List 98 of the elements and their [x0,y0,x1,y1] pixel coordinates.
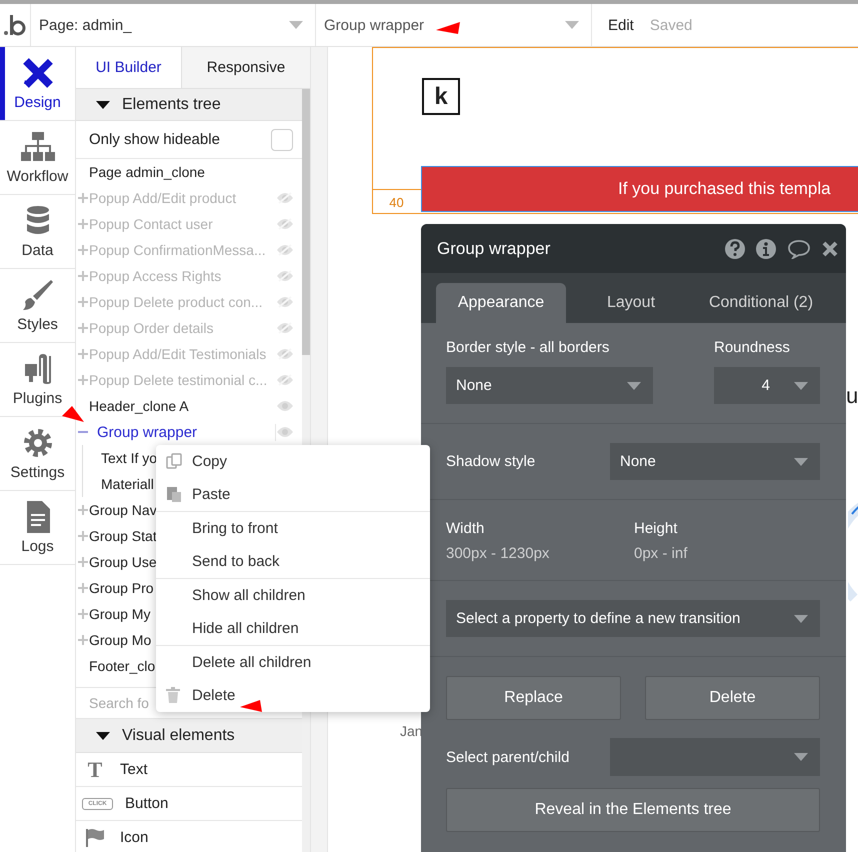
expand-icon[interactable] [78,219,88,229]
scrollbar-thumb[interactable] [302,89,310,355]
nav-item[interactable]: Settings [0,417,75,491]
menu-item[interactable]: Delete [156,679,430,712]
action-button[interactable]: Replace [446,676,621,720]
spacing-label: 40 [372,189,421,214]
caret-icon [96,732,110,740]
expand-icon[interactable] [78,271,88,281]
field-label: Roundness [714,339,791,356]
transition-dropdown[interactable]: Select a property to define a new transition [446,600,820,637]
expand-icon[interactable] [78,297,88,307]
reveal-button[interactable]: Reveal in the Elements tree [446,788,820,832]
expand-icon[interactable] [78,375,88,385]
caret-icon [794,614,808,622]
expand-icon[interactable] [78,245,88,255]
comment-icon[interactable] [787,238,811,258]
page-dropdown[interactable]: Page: admin_ [31,4,316,46]
caret-icon [565,21,579,29]
logo-icon[interactable] [3,14,27,36]
roundness-dropdown[interactable]: 4 [714,367,820,404]
menu-item[interactable]: Delete all children [156,646,430,679]
canvas-text: u [846,383,858,409]
editor-title: Group wrapper [437,238,550,258]
hidden-eye-icon[interactable] [276,322,294,334]
parent-child-dropdown[interactable] [610,738,820,776]
save-status: Saved [650,16,692,34]
expand-icon[interactable] [78,193,88,203]
caret-icon [794,458,808,466]
expand-icon[interactable] [78,531,88,541]
field-label: Select parent/child [446,748,570,766]
info-icon[interactable] [756,238,776,258]
pointer-icon [436,22,460,34]
close-icon[interactable] [822,240,838,256]
hierarchy-icon [20,130,54,164]
section-header[interactable]: Visual elements [76,719,302,753]
menu-item[interactable]: Copy [156,445,430,478]
filter-label: Only show hideable [89,131,220,148]
nav-item[interactable]: Styles [0,269,75,343]
menu-item[interactable]: Show all children [156,579,430,612]
expand-icon[interactable] [78,505,88,515]
nav-item[interactable]: Data [0,195,75,269]
tree-item[interactable]: Header_clone A [89,398,276,414]
hidden-eye-icon[interactable] [276,296,294,308]
eye-icon[interactable] [276,426,294,438]
hidden-eye-icon[interactable] [276,218,294,230]
eye-icon[interactable] [276,400,294,412]
paste-icon [166,486,182,502]
menu-item[interactable]: Bring to front [156,512,430,545]
field-label: Border style - all borders [446,339,610,356]
help-icon[interactable] [725,238,745,258]
hidden-eye-icon[interactable] [276,374,294,386]
trash-icon [166,687,180,703]
hidden-eye-icon[interactable] [276,192,294,204]
caret-icon [794,753,808,761]
copy-icon [166,453,182,469]
field-label: Height [634,520,678,537]
hidden-eye-icon[interactable] [276,270,294,282]
editor-tab[interactable]: Conditional (2) [696,283,826,323]
caret-icon [794,382,808,390]
caret-icon [96,100,110,108]
field-label: Width [446,520,486,537]
field-value: 0px - inf [634,545,688,562]
tree-item[interactable]: Page admin_clone [89,164,294,180]
field-value: 300px - 1230px [446,545,550,562]
caret-icon [289,21,303,29]
logo-box: k [422,78,460,115]
field-label: Shadow style [446,453,536,470]
nav-item[interactable]: Logs [0,491,75,565]
notice-banner: If you purchased this templa [421,166,858,212]
action-button[interactable]: Delete [645,676,820,720]
tree-item[interactable]: Group wrapper [89,424,276,440]
checkbox[interactable] [271,128,293,150]
nav-item[interactable]: Design [0,47,75,121]
editor-tab[interactable]: Appearance [436,283,566,323]
pointer-icon [240,700,262,712]
panel-tab[interactable]: Responsive [181,47,310,88]
canvas-text: Jan [400,723,423,739]
expand-icon[interactable] [78,583,88,593]
border-style-dropdown[interactable]: None [446,367,653,404]
hidden-eye-icon[interactable] [276,348,294,360]
expand-icon[interactable] [78,609,88,619]
editor-tab[interactable]: Layout [566,283,696,323]
caret-icon [627,382,641,390]
menu-item[interactable]: Hide all children [156,612,430,645]
menu-item[interactable]: Send to back [156,545,430,578]
pointer-icon [62,406,84,422]
expand-icon[interactable] [78,557,88,567]
menu-item[interactable]: Edit [608,16,634,34]
menu-item[interactable]: Paste [156,478,430,511]
nav-item[interactable]: Workflow [0,121,75,195]
expand-icon[interactable] [78,349,88,359]
text-icon: T [82,756,108,782]
section-header[interactable]: Elements tree [76,89,302,121]
expand-icon[interactable] [78,323,88,333]
expand-icon[interactable] [78,635,88,645]
shadow-style-dropdown[interactable]: None [610,443,820,480]
hidden-eye-icon[interactable] [276,244,294,256]
brush-icon [20,278,54,312]
